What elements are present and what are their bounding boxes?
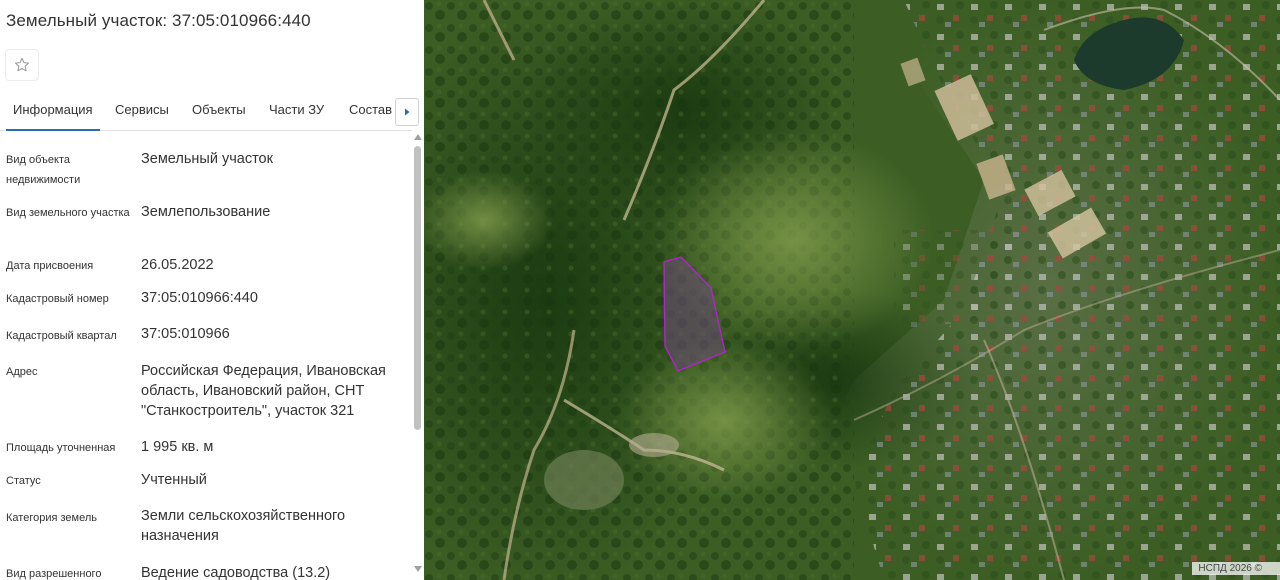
info-value: Ведение садоводства (13.2) bbox=[141, 565, 331, 580]
info-label: Вид земельного участка bbox=[6, 207, 130, 219]
star-outline-icon bbox=[14, 57, 30, 72]
info-panel: Земельный участок: 37:05:010966:440 Инфо… bbox=[0, 0, 424, 580]
info-label: Адрес bbox=[6, 366, 38, 378]
tab-services[interactable]: Сервисы bbox=[115, 98, 169, 129]
tab-information[interactable]: Информация bbox=[6, 98, 100, 131]
info-value: 37:05:010966:440 bbox=[141, 290, 258, 306]
favorite-button[interactable] bbox=[5, 49, 39, 81]
scrollbar-thumb[interactable] bbox=[414, 146, 421, 430]
info-value: 1 995 кв. м bbox=[141, 439, 214, 455]
info-label: Площадь уточненная bbox=[6, 442, 116, 454]
tab-bar: Информация Сервисы Объекты Части ЗУ Сост… bbox=[0, 98, 424, 131]
info-label: Категория земель bbox=[6, 512, 97, 524]
tab-land-parts[interactable]: Части ЗУ bbox=[269, 98, 324, 129]
info-label: Вид объекта недвижимости bbox=[6, 154, 81, 186]
chevron-right-icon bbox=[405, 108, 410, 116]
info-label: Статус bbox=[6, 475, 41, 487]
page-title: Земельный участок: 37:05:010966:440 bbox=[6, 11, 311, 30]
tab-composition[interactable]: Состав bbox=[349, 98, 392, 129]
info-label: Кадастровый квартал bbox=[6, 330, 117, 342]
map-view[interactable]: НСПД 2026 © bbox=[424, 0, 1280, 580]
info-label: Кадастровый номер bbox=[6, 293, 109, 305]
info-value: 26.05.2022 bbox=[141, 257, 214, 273]
info-value: Землепользование bbox=[141, 204, 271, 220]
info-value: Земли сельскохозяйственного назначения bbox=[141, 508, 346, 544]
tab-objects[interactable]: Объекты bbox=[192, 98, 246, 129]
info-value: 37:05:010966 bbox=[141, 326, 230, 342]
tabs-next-button[interactable] bbox=[395, 98, 419, 126]
satellite-imagery[interactable] bbox=[424, 0, 1280, 580]
scroll-down-arrow-icon[interactable] bbox=[413, 565, 423, 573]
info-list: Вид объекта недвижимости Земельный участ… bbox=[0, 130, 412, 580]
info-value: Учтенный bbox=[141, 472, 207, 488]
info-value: Российская Федерация, Ивановская область… bbox=[141, 363, 386, 419]
scroll-up-arrow-icon[interactable] bbox=[413, 133, 423, 141]
info-value: Земельный участок bbox=[141, 151, 273, 167]
info-label: Вид разрешенного bbox=[6, 568, 102, 580]
map-copyright: НСПД 2026 © bbox=[1192, 562, 1280, 575]
info-label: Дата присвоения bbox=[6, 260, 94, 272]
